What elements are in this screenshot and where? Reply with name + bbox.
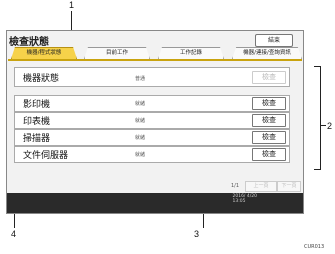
status-row-scanner: 掃描器 就緒 檢查 [14, 129, 290, 146]
check-button-copier[interactable]: 檢查 [252, 97, 286, 110]
check-button-scanner[interactable]: 檢查 [252, 131, 286, 144]
row-status: 普通 [135, 76, 146, 82]
window-title: 檢查狀態 [9, 37, 49, 48]
callout-2-bracket [314, 66, 321, 170]
row-label: 印表機 [23, 117, 51, 127]
callout-2: 2 [327, 121, 333, 131]
row-status: 就緒 [135, 135, 146, 141]
callout-4: 4 [11, 229, 17, 239]
next-page-button[interactable]: 下一頁 [277, 181, 301, 192]
date-time: 2016/ 4/20 13:05 [232, 194, 257, 204]
status-row-machine: 機器狀態 普通 檢查 [14, 67, 290, 87]
row-label: 文件伺服器 [23, 151, 69, 161]
time-text: 13:05 [232, 199, 246, 204]
status-row-copier: 影印機 就緒 檢查 [14, 95, 290, 112]
row-label: 機器狀態 [23, 74, 60, 84]
tab-machine-status[interactable]: 機器/程式狀態 [11, 47, 77, 59]
page-indicator: 1/1 [231, 183, 240, 189]
status-bar: 2016/ 4/20 13:05 [7, 193, 303, 213]
figure-code: CUR013 [304, 244, 325, 250]
callout-3: 3 [194, 229, 200, 239]
callout-2-leader [320, 125, 326, 126]
end-button[interactable]: 結束 [255, 34, 293, 47]
check-button-document-server[interactable]: 檢查 [252, 148, 286, 161]
row-status: 就緒 [135, 152, 146, 158]
row-status: 就緒 [135, 101, 146, 107]
status-row-document-server: 文件伺服器 就緒 檢查 [14, 146, 290, 163]
check-button-printer[interactable]: 檢查 [252, 114, 286, 127]
tab-current-job[interactable]: 目前工作 [84, 47, 150, 59]
prev-page-button[interactable]: 上一頁 [245, 181, 277, 192]
status-row-printer: 印表機 就緒 檢查 [14, 112, 290, 129]
tab-machine-info[interactable]: 機器/連接/查詢資訊 [232, 47, 302, 59]
row-label: 掃描器 [23, 134, 51, 144]
tab-job-history[interactable]: 工作記錄 [158, 47, 224, 59]
check-button-machine[interactable]: 檢查 [252, 71, 286, 84]
callout-1: 1 [69, 0, 75, 10]
row-label: 影印機 [23, 100, 51, 110]
tab-underline [8, 59, 302, 61]
status-list: 機器狀態 普通 檢查 影印機 就緒 檢查 印表機 就緒 檢查 掃描器 就緒 檢查… [14, 67, 290, 171]
tab-bar: 機器/程式狀態 目前工作 工作記錄 機器/連接/查詢資訊 [8, 47, 302, 59]
row-status: 就緒 [135, 118, 146, 124]
control-panel-screen: 檢查狀態 結束 機器/程式狀態 目前工作 工作記錄 機器/連接/查詢資訊 機器狀… [6, 30, 304, 214]
